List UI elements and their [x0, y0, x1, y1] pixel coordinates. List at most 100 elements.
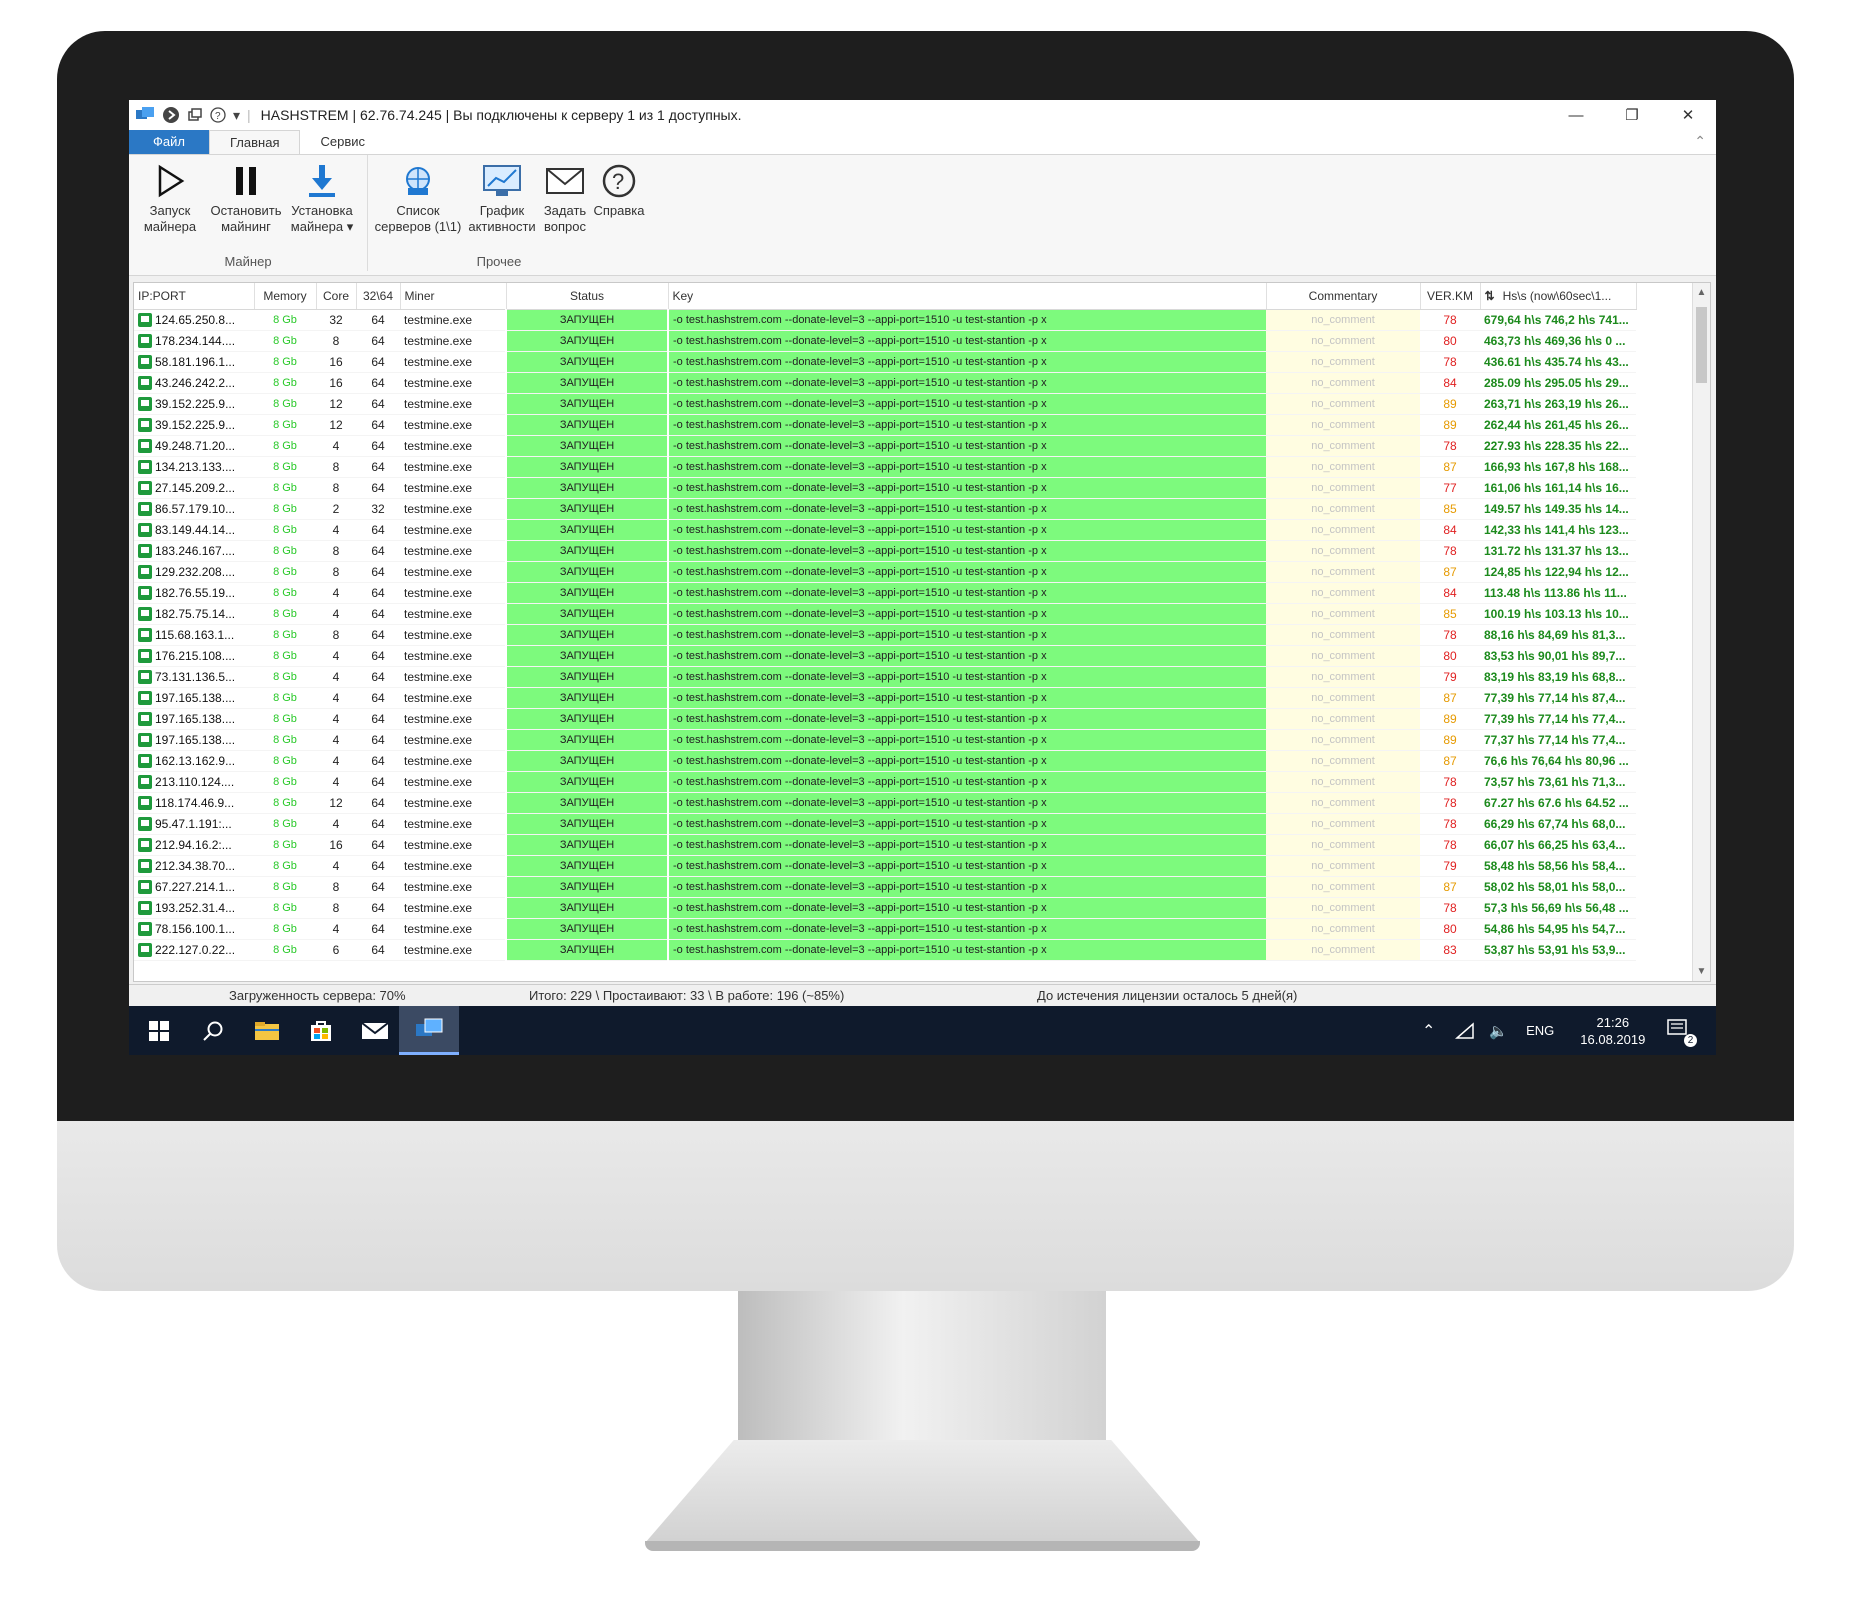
table-row[interactable]: 124.65.250.8... 8 Gb 32 64 testmine.exe ЗАПУЩ… [134, 309, 1636, 331]
table-row[interactable]: 43.246.242.2... 8 Gb 16 64 testmine.exe ЗАПУЩ… [134, 372, 1636, 394]
cell-core: 8 [316, 540, 356, 562]
ask-question-button[interactable]: Задать вопрос [535, 159, 595, 235]
cell-commentary: no_comment [1266, 939, 1420, 961]
activity-chart-button[interactable]: График активности [463, 159, 541, 235]
cell-key: -o test.hashstrem.com --donate-level=3 -… [667, 750, 1266, 772]
cell-core: 4 [316, 855, 356, 877]
volume-icon[interactable]: 🔈 [1489, 1022, 1508, 1040]
cell-ip-text: 58.181.196.1... [155, 355, 236, 369]
close-button[interactable]: ✕ [1660, 100, 1716, 130]
scroll-thumb[interactable] [1696, 307, 1707, 383]
worker-monitor-icon [138, 922, 152, 936]
cell-miner: testmine.exe [400, 477, 506, 499]
cell-ip-text: 39.152.225.9... [155, 418, 236, 432]
table-row[interactable]: 183.246.167.... 8 Gb 8 64 testmine.exe ЗАПУЩЕ… [134, 540, 1636, 562]
col-bits[interactable]: 32\64 [356, 283, 401, 310]
store-button[interactable] [291, 1006, 351, 1055]
network-icon[interactable] [1455, 1021, 1475, 1040]
cell-ip-port: 124.65.250.8... [134, 309, 254, 331]
table-row[interactable]: 118.174.46.9... 8 Gb 12 64 testmine.exe ЗАПУЩ… [134, 792, 1636, 814]
table-row[interactable]: 197.165.138.... 8 Gb 4 64 testmine.exe ЗАПУЩЕ… [134, 708, 1636, 730]
help-small-icon[interactable]: ? [210, 107, 226, 123]
cell-ver-km: 77 [1420, 477, 1480, 499]
col-ver-km[interactable]: VER.KM [1420, 283, 1481, 310]
table-row[interactable]: 213.110.124.... 8 Gb 4 64 testmine.exe ЗАПУЩЕ… [134, 771, 1636, 793]
col-commentary[interactable]: Commentary [1266, 283, 1421, 310]
forward-icon[interactable] [162, 106, 180, 124]
table-row[interactable]: 49.248.71.20... 8 Gb 4 64 testmine.exe ЗАПУЩЕ… [134, 435, 1636, 457]
table-row[interactable]: 182.75.75.14... 8 Gb 4 64 testmine.exe ЗАПУЩЕ… [134, 603, 1636, 625]
table-row[interactable]: 193.252.31.4... 8 Gb 8 64 testmine.exe ЗАПУЩЕ… [134, 897, 1636, 919]
clock[interactable]: 21:26 16.08.2019 [1580, 1014, 1645, 1048]
monitor-stand-neck [738, 1291, 1106, 1441]
table-row[interactable]: 39.152.225.9... 8 Gb 12 64 testmine.exe ЗАПУЩ… [134, 393, 1636, 415]
customize-dropdown-icon[interactable]: ▾ [233, 107, 240, 124]
table-row[interactable]: 197.165.138.... 8 Gb 4 64 testmine.exe ЗАПУЩЕ… [134, 729, 1636, 751]
cell-memory: 8 Gb [254, 603, 316, 625]
table-row[interactable]: 78.156.100.1... 8 Gb 4 64 testmine.exe ЗАПУЩЕ… [134, 918, 1636, 940]
table-row[interactable]: 115.68.163.1... 8 Gb 8 64 testmine.exe ЗАПУЩЕ… [134, 624, 1636, 646]
vertical-scrollbar[interactable]: ▲ ▼ [1692, 283, 1710, 981]
table-row[interactable]: 58.181.196.1... 8 Gb 16 64 testmine.exe ЗАПУЩ… [134, 351, 1636, 373]
cell-status: ЗАПУЩЕН [505, 519, 668, 541]
restore-button[interactable]: ❐ [1604, 100, 1660, 130]
cell-commentary: no_comment [1266, 687, 1420, 709]
table-body: 124.65.250.8... 8 Gb 32 64 testmine.exe ЗАПУЩ… [134, 309, 1636, 961]
table-row[interactable]: 212.94.16.2:... 8 Gb 16 64 testmine.exe ЗАПУЩ… [134, 834, 1636, 856]
col-miner[interactable]: Miner [400, 283, 507, 310]
table-row[interactable]: 83.149.44.14... 8 Gb 4 64 testmine.exe ЗАПУЩЕ… [134, 519, 1636, 541]
table-row[interactable]: 39.152.225.9... 8 Gb 12 64 testmine.exe ЗАПУЩ… [134, 414, 1636, 436]
server-list-button[interactable]: Список серверов (1\1) [369, 159, 467, 235]
help-button[interactable]: ? Справка [589, 159, 649, 219]
table-row[interactable]: 95.47.1.191:... 8 Gb 4 64 testmine.exe ЗАПУЩЕ… [134, 813, 1636, 835]
cell-bits: 32 [356, 498, 400, 520]
table-row[interactable]: 176.215.108.... 8 Gb 4 64 testmine.exe ЗАПУЩЕ… [134, 645, 1636, 667]
install-miner-button[interactable]: Установка майнера ▾ [285, 159, 359, 235]
stop-mining-button[interactable]: Остановить майнинг [209, 159, 283, 235]
table-row[interactable]: 129.232.208.... 8 Gb 8 64 testmine.exe ЗАПУЩЕ… [134, 561, 1636, 583]
worker-monitor-icon [138, 376, 152, 390]
table-row[interactable]: 197.165.138.... 8 Gb 4 64 testmine.exe ЗАПУЩЕ… [134, 687, 1636, 709]
col-status[interactable]: Status [506, 283, 669, 310]
col-key[interactable]: Key [668, 283, 1267, 310]
cell-ip-text: 86.57.179.10... [155, 502, 236, 516]
tab-file[interactable]: Файл [129, 130, 209, 154]
table-row[interactable]: 134.213.133.... 8 Gb 8 64 testmine.exe ЗАПУЩЕ… [134, 456, 1636, 478]
table-row[interactable]: 67.227.214.1... 8 Gb 8 64 testmine.exe ЗАПУЩЕ… [134, 876, 1636, 898]
start-miner-button[interactable]: Запуск майнера [133, 159, 207, 235]
table-row[interactable]: 178.234.144.... 8 Gb 8 64 testmine.exe ЗАПУЩЕ… [134, 330, 1636, 352]
input-language[interactable]: ENG [1526, 1023, 1554, 1038]
cell-ip-text: 193.252.31.4... [155, 901, 236, 915]
table-row[interactable]: 222.127.0.22... 8 Gb 6 64 testmine.exe ЗАПУЩЕ… [134, 939, 1636, 961]
tab-service[interactable]: Сервис [300, 130, 385, 154]
search-button[interactable] [183, 1006, 243, 1055]
minimize-button[interactable]: — [1548, 100, 1604, 130]
table-row[interactable]: 182.76.55.19... 8 Gb 4 64 testmine.exe ЗАПУЩЕ… [134, 582, 1636, 604]
table-row[interactable]: 86.57.179.10... 8 Gb 2 32 testmine.exe ЗАПУЩЕ… [134, 498, 1636, 520]
tab-home[interactable]: Главная [209, 130, 301, 154]
cell-ip-text: 67.227.214.1... [155, 880, 236, 894]
start-button[interactable] [129, 1006, 189, 1055]
cell-ip-port: 213.110.124.... [134, 771, 254, 793]
file-explorer-button[interactable] [237, 1006, 297, 1055]
table-row[interactable]: 162.13.162.9... 8 Gb 4 64 testmine.exe ЗАПУЩЕ… [134, 750, 1636, 772]
windows-icon[interactable] [187, 107, 203, 123]
col-memory[interactable]: Memory [254, 283, 317, 310]
table-row[interactable]: 212.34.38.70... 8 Gb 4 64 testmine.exe ЗАПУЩЕ… [134, 855, 1636, 877]
workers-grid[interactable]: IP:PORT Memory Core 32\64 Miner Status K… [133, 282, 1711, 982]
scroll-down-icon[interactable]: ▼ [1693, 966, 1710, 977]
notifications-button[interactable]: 2 [1667, 1018, 1698, 1047]
scroll-up-icon[interactable]: ▲ [1693, 287, 1710, 298]
table-row[interactable]: 73.131.136.5... 8 Gb 4 64 testmine.exe ЗАПУЩЕ… [134, 666, 1636, 688]
cell-commentary: no_comment [1266, 540, 1420, 562]
col-hashrate[interactable]: ⇅ Hs\s (now\60sec\1... [1480, 283, 1637, 310]
collapse-ribbon-icon[interactable]: ⌃ [1694, 133, 1706, 150]
tray-overflow-icon[interactable]: ⌃ [1422, 1021, 1435, 1041]
cell-core: 8 [316, 897, 356, 919]
mail-button[interactable] [345, 1006, 405, 1055]
table-row[interactable]: 27.145.209.2... 8 Gb 8 64 testmine.exe ЗАПУЩЕ… [134, 477, 1636, 499]
cell-status: ЗАПУЩЕН [505, 624, 668, 646]
col-ip-port[interactable]: IP:PORT [134, 283, 255, 310]
hashstrem-taskbar-button[interactable] [399, 1006, 459, 1055]
col-core[interactable]: Core [316, 283, 357, 310]
